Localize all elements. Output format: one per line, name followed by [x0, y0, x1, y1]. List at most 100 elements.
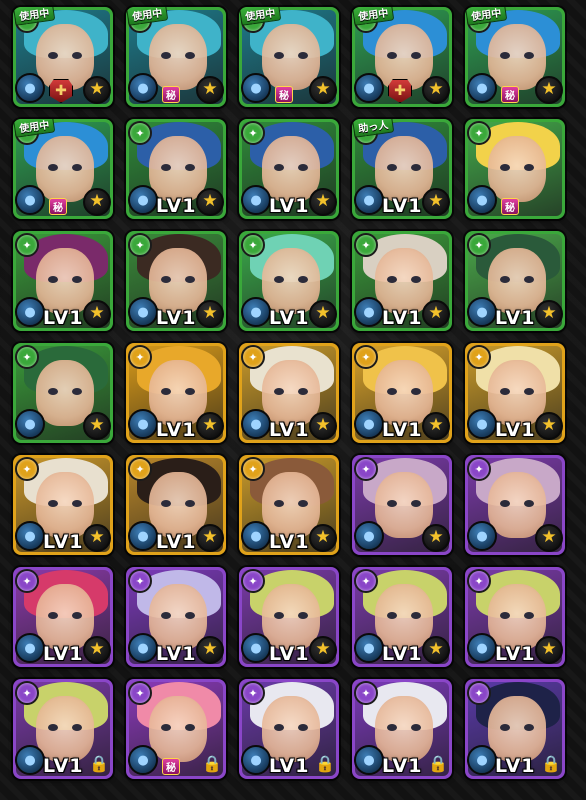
- element-orb-icon: ✦: [15, 345, 39, 369]
- portrait-eye: [48, 276, 58, 283]
- monster-card[interactable]: ✦ ● ★: [13, 343, 113, 443]
- monster-card[interactable]: ✦ ● LV1 ★: [465, 343, 565, 443]
- portrait-eye: [185, 724, 195, 731]
- monster-card[interactable]: ✦ ● LV1 ★: [239, 343, 339, 443]
- secret-badge: 秘: [275, 86, 293, 103]
- level-label: LV1: [495, 643, 536, 665]
- monster-card[interactable]: ✦ ● LV1 ★: [352, 343, 452, 443]
- portrait-eye: [161, 52, 171, 59]
- monster-card[interactable]: ✦ ● LV1 ★: [239, 231, 339, 331]
- star-icon: ★: [309, 76, 337, 104]
- portrait-eye: [298, 388, 308, 395]
- portrait-eye: [161, 388, 171, 395]
- element-orb-icon: ✦: [128, 121, 152, 145]
- monster-card[interactable]: ✦ ● LV1 ★: [126, 119, 226, 219]
- level-label: LV1: [382, 195, 423, 217]
- portrait-eye: [411, 724, 421, 731]
- monster-card[interactable]: ✦ ● 秘: [465, 119, 565, 219]
- monster-card[interactable]: ✦ ● LV1 ★: [13, 567, 113, 667]
- secret-badge: 秘: [162, 86, 180, 103]
- monster-card[interactable]: ✦ ● LV1 🔒: [352, 679, 452, 779]
- monster-card[interactable]: ✦ ● LV1 ★: [352, 231, 452, 331]
- portrait-eye: [411, 388, 421, 395]
- portrait-eye: [387, 724, 397, 731]
- portrait-eye: [387, 500, 397, 507]
- portrait-eye: [274, 500, 284, 507]
- water-element-icon: ●: [467, 185, 497, 215]
- element-orb-icon: ✦: [467, 121, 491, 145]
- monster-card[interactable]: ✦使用中●秘★: [13, 119, 113, 219]
- water-element-icon: ●: [354, 521, 384, 551]
- monster-card[interactable]: ✦使用中●秘★: [239, 7, 339, 107]
- portrait-eye: [387, 164, 397, 171]
- portrait-eye: [298, 612, 308, 619]
- monster-card[interactable]: ✦ ● ★: [352, 455, 452, 555]
- portrait-eye: [185, 52, 195, 59]
- star-icon: ★: [422, 412, 450, 440]
- monster-card[interactable]: ✦ ● LV1 ★: [126, 567, 226, 667]
- monster-card[interactable]: ✦ ● LV1 ★: [126, 231, 226, 331]
- monster-card[interactable]: ✦ ● LV1 🔒: [13, 679, 113, 779]
- monster-card[interactable]: ✦ ● LV1 ★: [239, 119, 339, 219]
- water-element-icon: ●: [128, 73, 158, 103]
- level-label: LV1: [382, 755, 423, 777]
- element-orb-icon: ✦: [128, 457, 152, 481]
- monster-card[interactable]: ✦ ● LV1 ★: [239, 567, 339, 667]
- water-element-icon: ●: [467, 409, 497, 439]
- monster-card[interactable]: ✦使用中●✚★: [352, 7, 452, 107]
- monster-card[interactable]: ✦使用中●秘★: [465, 7, 565, 107]
- portrait-eye: [72, 500, 82, 507]
- star-icon: ★: [422, 188, 450, 216]
- monster-card[interactable]: ✦ ● LV1 ★: [465, 567, 565, 667]
- portrait-eye: [161, 500, 171, 507]
- water-element-icon: ●: [467, 745, 497, 775]
- water-element-icon: ●: [467, 633, 497, 663]
- water-element-icon: ●: [241, 73, 271, 103]
- portrait-eye: [161, 724, 171, 731]
- star-icon: ★: [309, 524, 337, 552]
- element-orb-icon: ✦: [354, 681, 378, 705]
- portrait-eye: [48, 388, 58, 395]
- level-label: LV1: [269, 419, 310, 441]
- water-element-icon: ●: [15, 409, 45, 439]
- portrait-eye: [48, 500, 58, 507]
- monster-card[interactable]: ✦ ● LV1 ★: [13, 455, 113, 555]
- element-orb-icon: ✦: [354, 457, 378, 481]
- monster-card[interactable]: ✦ ● LV1 ★: [13, 231, 113, 331]
- monster-card[interactable]: ✦ ● LV1 ★: [352, 567, 452, 667]
- portrait-eye: [411, 276, 421, 283]
- water-element-icon: ●: [241, 185, 271, 215]
- level-label: LV1: [495, 755, 536, 777]
- portrait-eye: [72, 276, 82, 283]
- monster-card[interactable]: ✦ ● LV1 ★: [465, 231, 565, 331]
- water-element-icon: ●: [15, 521, 45, 551]
- monster-card[interactable]: ✦使用中●秘★: [126, 7, 226, 107]
- monster-card[interactable]: ✦ ● LV1 🔒: [239, 679, 339, 779]
- star-icon: ★: [83, 300, 111, 328]
- water-element-icon: ●: [128, 633, 158, 663]
- water-element-icon: ●: [241, 409, 271, 439]
- portrait-eye: [298, 276, 308, 283]
- star-icon: ★: [83, 524, 111, 552]
- portrait-eye: [298, 500, 308, 507]
- level-label: LV1: [382, 419, 423, 441]
- lock-icon: 🔒: [202, 754, 222, 773]
- monster-card[interactable]: ✦助っ人●LV1★: [352, 119, 452, 219]
- monster-card[interactable]: ✦ ● 秘 🔒: [126, 679, 226, 779]
- water-element-icon: ●: [128, 409, 158, 439]
- monster-card[interactable]: ✦ ● LV1 🔒: [465, 679, 565, 779]
- element-orb-icon: ✦: [467, 569, 491, 593]
- portrait-eye: [185, 388, 195, 395]
- monster-card[interactable]: ✦ ● LV1 ★: [126, 455, 226, 555]
- monster-card[interactable]: ✦ ● LV1 ★: [239, 455, 339, 555]
- lock-icon: 🔒: [89, 754, 109, 773]
- level-label: LV1: [269, 307, 310, 329]
- element-orb-icon: ✦: [467, 233, 491, 257]
- portrait-eye: [185, 276, 195, 283]
- monster-card[interactable]: ✦使用中●✚★: [13, 7, 113, 107]
- portrait-eye: [298, 164, 308, 171]
- monster-card[interactable]: ✦ ● ★: [465, 455, 565, 555]
- monster-card[interactable]: ✦ ● LV1 ★: [126, 343, 226, 443]
- portrait-eye: [185, 500, 195, 507]
- portrait-eye: [185, 612, 195, 619]
